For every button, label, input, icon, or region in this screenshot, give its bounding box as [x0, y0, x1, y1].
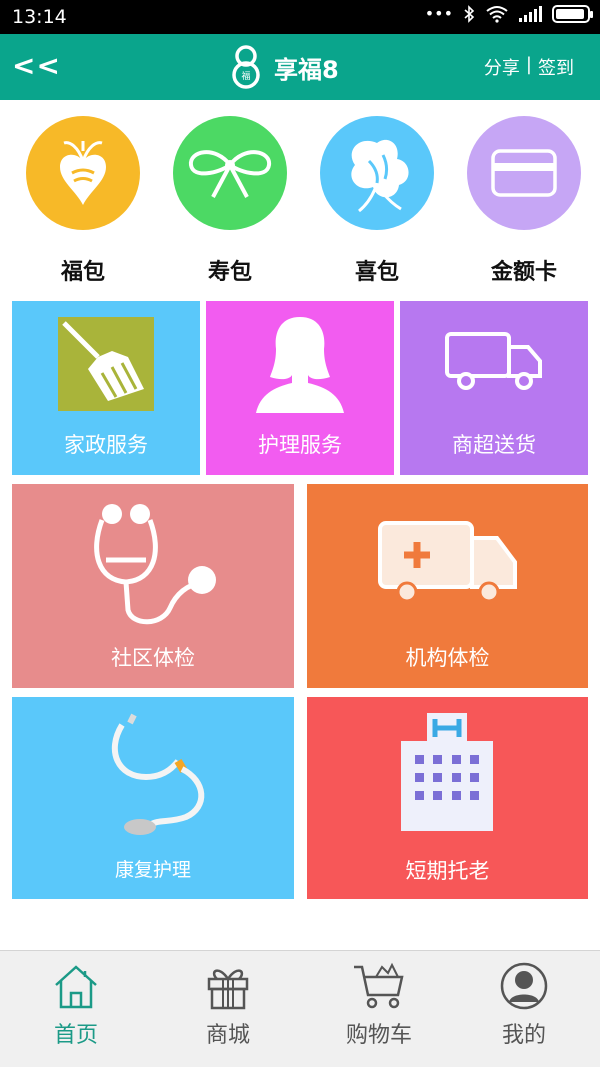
hospital-building-icon — [401, 713, 493, 831]
category-label: 金额卡 — [490, 260, 557, 285]
share-button[interactable]: 分享 — [484, 54, 520, 80]
card-icon — [491, 149, 557, 197]
status-bar: 13:14 ••• — [0, 0, 600, 34]
nav-label: 我的 — [501, 1023, 546, 1048]
category-label: 寿包 — [207, 260, 252, 285]
app-header: << 福 享福8 分享 | 签到 — [0, 34, 600, 100]
category-xibao[interactable]: 喜包 — [312, 116, 442, 286]
stethoscope-icon — [94, 504, 216, 625]
category-label: 喜包 — [354, 260, 399, 285]
service-community-checkup[interactable]: 社区体检 — [12, 484, 294, 688]
stethoscope-color-icon — [111, 713, 205, 835]
tile-label: 商超送货 — [452, 433, 536, 457]
page-title: 享福8 — [274, 55, 339, 84]
flower-icon — [351, 139, 409, 213]
tile-label: 社区体检 — [111, 646, 195, 670]
bluetooth-icon — [464, 4, 475, 23]
header-separator: | — [525, 54, 532, 75]
nav-profile[interactable]: 我的 — [464, 961, 584, 1049]
service-short-term-care[interactable]: 短期托老 — [307, 697, 588, 899]
ambulance-icon — [378, 521, 517, 603]
service-delivery[interactable]: 商超送货 — [400, 301, 588, 475]
delivery-truck-icon — [445, 332, 542, 390]
tile-label: 机构体检 — [405, 646, 490, 670]
service-nursing[interactable]: 护理服务 — [206, 301, 394, 475]
signin-button[interactable]: 签到 — [538, 54, 574, 80]
category-label: 福包 — [60, 260, 105, 285]
nav-cart[interactable]: 购物车 — [319, 961, 439, 1049]
user-avatar-icon — [500, 962, 548, 1010]
category-fubao[interactable]: 福包 — [18, 116, 148, 286]
home-icon — [55, 965, 97, 1009]
nav-label: 购物车 — [345, 1023, 412, 1048]
nav-label: 首页 — [53, 1023, 98, 1048]
tile-label: 康复护理 — [114, 859, 191, 881]
bottom-nav: 首页 商城 购物车 我的 — [0, 950, 600, 1067]
service-institution-checkup[interactable]: 机构体检 — [307, 484, 588, 688]
category-card[interactable]: 金额卡 — [459, 116, 589, 286]
tile-label: 短期托老 — [405, 859, 490, 883]
signal-icon — [519, 5, 542, 22]
battery-icon — [552, 4, 593, 23]
tile-label: 护理服务 — [258, 433, 342, 457]
heart-ornament-icon — [60, 141, 106, 205]
wifi-icon — [486, 5, 508, 23]
service-housekeeping[interactable]: 家政服务 — [12, 301, 200, 475]
status-time: 13:14 — [12, 6, 67, 28]
back-button[interactable]: << — [12, 49, 61, 82]
bow-icon — [188, 150, 272, 198]
category-row: 福包 寿包 喜包 金额卡 — [0, 116, 600, 286]
svg-text:福: 福 — [241, 70, 250, 82]
nav-label: 商城 — [205, 1023, 250, 1048]
category-shoubao[interactable]: 寿包 — [165, 116, 295, 286]
tile-label: 家政服务 — [64, 433, 148, 457]
broom-icon — [58, 317, 154, 411]
nav-mall[interactable]: 商城 — [168, 961, 288, 1049]
nav-home[interactable]: 首页 — [16, 961, 136, 1049]
woman-icon — [256, 317, 344, 413]
gift-icon — [207, 969, 249, 1010]
logo-icon: 福 — [232, 45, 260, 89]
cart-icon — [354, 962, 404, 1009]
notification-dots: ••• — [424, 4, 453, 23]
service-rehab-care[interactable]: 康复护理 — [12, 697, 294, 899]
